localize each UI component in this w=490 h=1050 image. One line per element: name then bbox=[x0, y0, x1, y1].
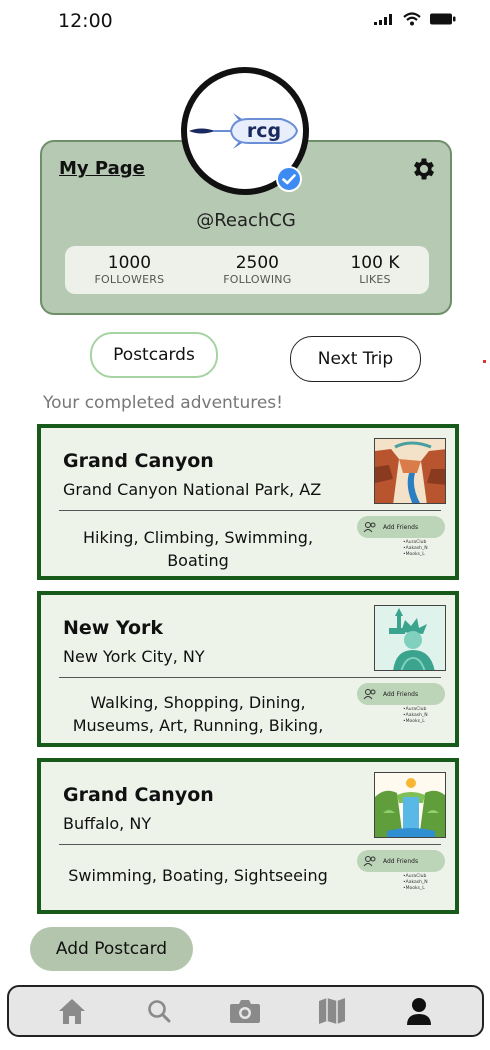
add-friends-button[interactable]: Add Friends bbox=[357, 516, 445, 538]
friend-list: AuraClub Aakash_N Mooks_L bbox=[403, 707, 428, 725]
profile-handle: @ReachCG bbox=[196, 210, 296, 231]
tab-next-trip[interactable]: Next Trip bbox=[290, 336, 421, 382]
page-title: My Page bbox=[59, 158, 145, 179]
status-bar: 12:00 bbox=[0, 0, 490, 44]
waterfall-image bbox=[374, 772, 446, 838]
friend-name: Mooks_L bbox=[403, 552, 428, 558]
add-friends-icon bbox=[363, 522, 376, 533]
nav-profile[interactable] bbox=[399, 991, 439, 1031]
postcard-activities: Hiking, Climbing, Swimming, Boating bbox=[45, 526, 351, 572]
postcard-activities: Walking, Shopping, Dining, Museums, Art,… bbox=[45, 691, 351, 737]
stat-value: 2500 bbox=[235, 253, 279, 273]
red-dot-mark bbox=[483, 360, 486, 363]
friend-name: Mooks_L bbox=[403, 719, 428, 725]
signal-icon bbox=[374, 14, 392, 25]
friend-name: Mooks_L bbox=[403, 886, 428, 892]
friend-list: AuraClub Aakash_N Mooks_L bbox=[403, 540, 428, 558]
camera-icon bbox=[230, 1000, 261, 1023]
nav-home[interactable] bbox=[52, 991, 92, 1031]
postcard-location: Grand Canyon National Park, AZ bbox=[63, 480, 322, 499]
postcard-activities-line: Boating bbox=[167, 551, 229, 570]
battery-icon bbox=[430, 13, 456, 25]
postcard-location: New York City, NY bbox=[63, 647, 205, 666]
profile-stats: 1000 FOLLOWERS 2500 FOLLOWING 100 K LIKE… bbox=[65, 246, 429, 294]
postcard-location: Buffalo, NY bbox=[63, 814, 152, 833]
add-friends-icon bbox=[363, 856, 376, 867]
add-friends-button[interactable]: Add Friends bbox=[357, 683, 445, 705]
postcard-activities: Swimming, Boating, Sightseeing bbox=[45, 864, 351, 887]
postcard-card[interactable]: New York New York City, NY Walking, Shop… bbox=[37, 591, 459, 747]
stat-value: 1000 bbox=[107, 253, 152, 273]
postcard-title: Grand Canyon bbox=[63, 450, 214, 472]
tab-postcards[interactable]: Postcards bbox=[90, 332, 218, 378]
postcard-activities-line: Walking, Shopping, Dining, bbox=[90, 693, 306, 712]
map-icon bbox=[319, 998, 346, 1024]
add-friends-icon bbox=[363, 689, 376, 700]
postcard-title: New York bbox=[63, 617, 164, 639]
status-time: 12:00 bbox=[58, 10, 113, 32]
postcard-title: Grand Canyon bbox=[63, 784, 214, 806]
postcard-card[interactable]: Grand Canyon Grand Canyon National Park,… bbox=[37, 424, 459, 580]
stat-following[interactable]: 2500 FOLLOWING bbox=[223, 253, 292, 287]
stat-value: 100 K bbox=[350, 253, 400, 273]
rocket-logo-icon: rcg bbox=[189, 113, 299, 149]
postcard-card[interactable]: Grand Canyon Buffalo, NY Swimming, Boati… bbox=[37, 758, 459, 914]
verified-badge-icon bbox=[276, 166, 302, 192]
friend-list: AuraClub Aakash_N Mooks_L bbox=[403, 874, 428, 892]
search-icon bbox=[148, 1000, 171, 1023]
nav-search[interactable] bbox=[139, 991, 179, 1031]
stat-likes[interactable]: 100 K LIKES bbox=[350, 253, 400, 287]
logo-text: rcg bbox=[247, 120, 281, 142]
status-icons bbox=[374, 12, 456, 26]
statue-of-liberty-image bbox=[374, 605, 446, 671]
home-icon bbox=[59, 999, 86, 1024]
postcard-activities-line: Museums, Art, Running, Biking, bbox=[72, 716, 324, 735]
add-friends-label: Add Friends bbox=[383, 690, 419, 698]
add-friends-label: Add Friends bbox=[383, 523, 419, 531]
wifi-icon bbox=[403, 12, 421, 26]
add-friends-button[interactable]: Add Friends bbox=[357, 850, 445, 872]
stat-label: FOLLOWERS bbox=[94, 273, 165, 286]
profile-icon bbox=[406, 998, 431, 1025]
stat-label: FOLLOWING bbox=[223, 273, 292, 286]
nav-camera[interactable] bbox=[225, 991, 265, 1031]
section-subtitle: Your completed adventures! bbox=[43, 393, 283, 413]
nav-map[interactable] bbox=[312, 991, 352, 1031]
postcard-activities-line: Hiking, Climbing, Swimming, bbox=[82, 528, 314, 547]
postcard-activities-line: Swimming, Boating, Sightseeing bbox=[68, 866, 328, 885]
postcard-divider bbox=[59, 844, 441, 845]
canyon-image bbox=[374, 438, 446, 504]
add-friends-label: Add Friends bbox=[383, 857, 419, 865]
add-postcard-button[interactable]: Add Postcard bbox=[30, 927, 193, 971]
postcard-divider bbox=[59, 510, 441, 511]
settings-gear-icon[interactable] bbox=[410, 155, 438, 183]
stat-followers[interactable]: 1000 FOLLOWERS bbox=[94, 253, 165, 287]
stat-label: LIKES bbox=[359, 273, 391, 286]
bottom-nav bbox=[7, 985, 484, 1037]
postcard-divider bbox=[59, 677, 441, 678]
